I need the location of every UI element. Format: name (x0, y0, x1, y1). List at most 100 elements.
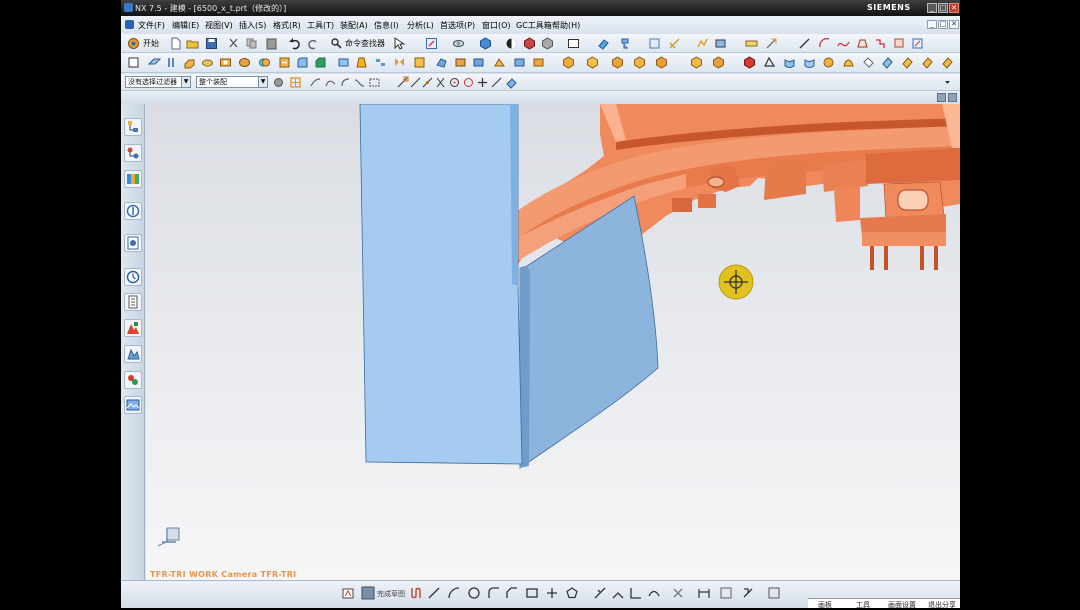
model-scene[interactable] (146, 104, 960, 580)
offset-curve-sketch-icon[interactable] (647, 586, 661, 600)
mdi-close-button[interactable]: ✕ (949, 20, 959, 29)
subtract-icon[interactable] (278, 56, 291, 69)
extrude-icon[interactable] (183, 56, 196, 69)
quick-extend-icon[interactable] (611, 586, 625, 600)
thicken-icon[interactable] (493, 56, 506, 69)
roles-icon[interactable] (124, 345, 142, 363)
restore-view-icon[interactable] (937, 93, 946, 102)
open-folder-icon[interactable] (186, 37, 199, 50)
hole-icon[interactable] (219, 56, 232, 69)
menu-help[interactable]: 帮助(H) (552, 20, 580, 31)
through-curves-icon[interactable] (783, 56, 796, 69)
selection-scope-select[interactable]: 整个装配 ▼ (196, 76, 268, 88)
extract-icon[interactable] (532, 56, 545, 69)
unite-icon[interactable] (258, 56, 271, 69)
close-button[interactable]: ✕ (949, 3, 959, 13)
sync-resize-icon[interactable] (655, 56, 668, 69)
color-body-icon[interactable] (743, 56, 756, 69)
chamfer-icon[interactable] (314, 56, 327, 69)
menu-file[interactable]: 文件(F) (138, 20, 165, 31)
manufacturing-wizard-icon[interactable] (124, 371, 142, 389)
sync-delete-icon[interactable] (633, 56, 646, 69)
extend-sheet-icon[interactable] (881, 56, 894, 69)
menu-gc-toolkit[interactable]: GC工具箱 (516, 20, 552, 31)
edit-curve-icon[interactable] (911, 37, 924, 50)
paste-icon[interactable] (265, 37, 278, 50)
hd3d-tools-icon[interactable] (124, 234, 142, 252)
show-constraints-icon[interactable] (741, 586, 755, 600)
auto-constrain-icon[interactable] (719, 586, 733, 600)
quick-trim-icon[interactable] (593, 586, 607, 600)
point-on-curve-icon[interactable] (490, 76, 503, 89)
start-label[interactable]: 开始 (143, 38, 159, 49)
line-icon[interactable] (798, 37, 811, 50)
undo-icon[interactable] (288, 37, 301, 50)
reuse-library-icon[interactable] (124, 202, 142, 220)
menu-tools[interactable]: 工具(T) (307, 20, 334, 31)
wcs-icon[interactable] (648, 37, 661, 50)
pattern-icon[interactable] (374, 56, 387, 69)
sketch-rectangle-icon[interactable] (525, 586, 539, 600)
sketch-settings-icon[interactable] (767, 586, 781, 600)
system-materials-icon[interactable] (124, 293, 142, 311)
revolve-icon[interactable] (201, 56, 214, 69)
constraint-navigator-icon[interactable] (124, 144, 142, 162)
menu-insert[interactable]: 插入(S) (239, 20, 266, 31)
split-body-icon[interactable] (435, 56, 448, 69)
finish-sketch-label[interactable]: 完成草图 (377, 589, 405, 599)
trim-sheet-icon[interactable] (862, 56, 875, 69)
profile-icon[interactable] (409, 586, 423, 600)
shaded-edges-icon[interactable] (523, 37, 536, 50)
menu-info[interactable]: 信息(I) (374, 20, 399, 31)
ruler-icon[interactable] (745, 37, 758, 50)
n-sided-icon[interactable] (822, 56, 835, 69)
datum-plane-icon[interactable] (148, 56, 161, 69)
static-wireframe-icon[interactable] (541, 37, 554, 50)
boss-icon[interactable] (238, 56, 251, 69)
make-corner-icon[interactable] (629, 586, 643, 600)
sketch-chamfer-icon[interactable] (505, 586, 519, 600)
offset-curve-icon[interactable] (874, 37, 887, 50)
curve-rule-icon[interactable] (309, 76, 322, 89)
layer-icon[interactable] (597, 37, 610, 50)
save-icon[interactable] (205, 37, 218, 50)
shell-icon[interactable] (337, 56, 350, 69)
menu-format[interactable]: 格式(R) (273, 20, 301, 31)
dimension-icon[interactable] (697, 586, 711, 600)
rotate-view-icon[interactable] (452, 37, 465, 50)
move-object-icon[interactable] (619, 37, 632, 50)
sketch-tool-icon[interactable] (341, 586, 355, 600)
status-item-tools[interactable]: 工具 (856, 600, 870, 610)
start-icon[interactable] (127, 37, 140, 50)
selection-icon[interactable] (392, 37, 405, 50)
redo-icon[interactable] (307, 37, 320, 50)
menu-preferences[interactable]: 首选项(P) (440, 20, 475, 31)
sketch-circle-icon[interactable] (467, 586, 481, 600)
type-filter-select[interactable]: 没有选择过滤器 ▼ (125, 76, 191, 88)
stop-at-intersection-icon[interactable] (339, 76, 352, 89)
process-studio-icon[interactable] (124, 319, 142, 337)
face-rule-icon[interactable] (324, 76, 337, 89)
finish-sketch-icon[interactable] (361, 586, 375, 600)
menu-view[interactable]: 视图(V) (205, 20, 233, 31)
history-icon[interactable] (124, 268, 142, 286)
menu-edit[interactable]: 编辑(E) (172, 20, 199, 31)
spline-icon[interactable] (837, 37, 850, 50)
status-item-exit-share[interactable]: 退出分享 (928, 600, 956, 610)
command-finder-icon[interactable] (330, 37, 343, 50)
mirror-icon[interactable] (393, 56, 406, 69)
sketch-arc-icon[interactable] (447, 586, 461, 600)
chevron-down-icon[interactable]: ▼ (258, 77, 267, 87)
menu-window[interactable]: 窗口(O) (482, 20, 511, 31)
shape-icon[interactable] (856, 37, 869, 50)
sketch-polygon-icon[interactable] (565, 586, 579, 600)
cut-icon[interactable] (227, 37, 240, 50)
sync-replace-icon[interactable] (690, 56, 703, 69)
copy-icon[interactable] (245, 37, 258, 50)
minimize-button[interactable]: _ (927, 3, 937, 13)
measure-icon[interactable] (668, 37, 681, 50)
sync-move-icon[interactable] (562, 56, 575, 69)
point-on-face-icon[interactable] (505, 76, 518, 89)
graphics-window[interactable]: TFR-TRI WORK Camera TFR-TRI (146, 104, 960, 580)
follow-fillet-icon[interactable] (353, 76, 366, 89)
